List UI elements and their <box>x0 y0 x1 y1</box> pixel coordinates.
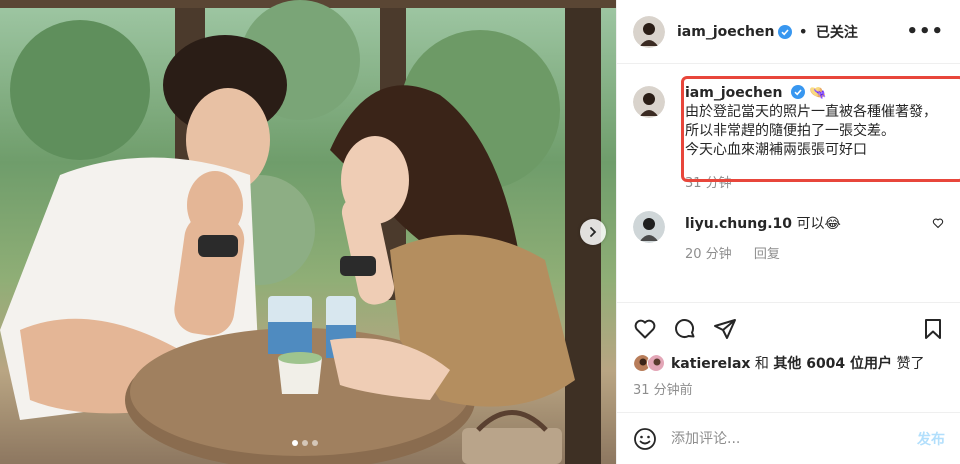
caption-body: iam_joechen 👒 由於登記當天的照片一直被各種催著發，所以非常趕的隨便… <box>685 84 944 193</box>
comment-input[interactable] <box>671 430 917 447</box>
verified-badge-icon <box>790 85 805 99</box>
commenter-avatar[interactable] <box>633 211 665 243</box>
bookmark-icon[interactable] <box>921 317 945 341</box>
carousel-dot <box>312 440 318 446</box>
caption: iam_joechen 👒 由於登記當天的照片一直被各種催著發，所以非常趕的隨便… <box>633 64 960 193</box>
comments-list: iam_joechen 👒 由於登記當天的照片一直被各種催著發，所以非常趕的隨便… <box>617 64 960 262</box>
comment-item: liyu.chung.10 可以😂 20 分钟 回复 <box>633 209 944 262</box>
caption-time: 31 分钟 <box>685 176 732 191</box>
add-comment-bar: 发布 <box>617 412 960 464</box>
carousel-dot <box>292 440 298 446</box>
like-comment-heart-icon[interactable] <box>932 217 944 229</box>
comment-body: liyu.chung.10 可以😂 20 分钟 回复 <box>685 209 932 262</box>
post-comment-button[interactable]: 发布 <box>917 429 945 449</box>
likes-suffix: 赞了 <box>892 356 925 372</box>
verified-badge-icon <box>778 24 793 39</box>
heart-icon[interactable] <box>633 317 657 341</box>
chevron-right-icon <box>590 227 597 237</box>
share-icon[interactable] <box>713 317 737 341</box>
post-header: iam_joechen • 已关注 ••• <box>617 0 960 64</box>
comment-meta: 20 分钟 回复 <box>685 243 932 262</box>
more-options-button[interactable]: ••• <box>906 21 944 42</box>
couple-photo-illustration <box>0 0 616 464</box>
carousel-dot <box>302 440 308 446</box>
likes-summary: katierelax 和 其他 6004 位用户 赞了 <box>633 353 945 373</box>
comment-icon[interactable] <box>673 317 697 341</box>
author-avatar[interactable] <box>633 15 665 48</box>
author-username[interactable]: iam_joechen <box>677 24 774 40</box>
liker-avatar[interactable] <box>647 354 665 372</box>
caption-meta: 31 分钟 <box>685 174 944 193</box>
caption-emoji: 👒 <box>809 85 827 101</box>
caption-username[interactable]: iam_joechen <box>685 85 782 101</box>
likes-text: katierelax 和 其他 6004 位用户 赞了 <box>671 353 925 373</box>
reply-button[interactable]: 回复 <box>754 247 780 262</box>
comment-text: 可以😂 <box>796 216 841 232</box>
commenter-username[interactable]: liyu.chung.10 <box>685 216 792 232</box>
other-likers-link[interactable]: 其他 6004 位用户 <box>773 356 892 372</box>
post-side-panel: iam_joechen • 已关注 ••• iam_joechen 👒 由於登記… <box>616 0 960 464</box>
first-liker-username[interactable]: katierelax <box>671 356 750 372</box>
caption-text: 由於登記當天的照片一直被各種催著發，所以非常趕的隨便拍了一張交差。 今天心血來潮… <box>685 104 937 158</box>
next-photo-button[interactable] <box>580 219 606 245</box>
follow-status-button[interactable]: 已关注 <box>816 22 858 42</box>
author-avatar[interactable] <box>633 86 665 118</box>
likes-conjunction: 和 <box>750 356 774 372</box>
post-actions-section: katierelax 和 其他 6004 位用户 赞了 31 分钟前 <box>617 302 960 398</box>
action-buttons <box>633 311 945 347</box>
liker-avatars <box>633 354 665 372</box>
emoji-icon[interactable] <box>633 427 657 451</box>
carousel-dots <box>292 440 318 446</box>
comment-time: 20 分钟 <box>685 247 732 262</box>
post-photo <box>0 0 616 464</box>
post-timestamp[interactable]: 31 分钟前 <box>633 379 945 398</box>
